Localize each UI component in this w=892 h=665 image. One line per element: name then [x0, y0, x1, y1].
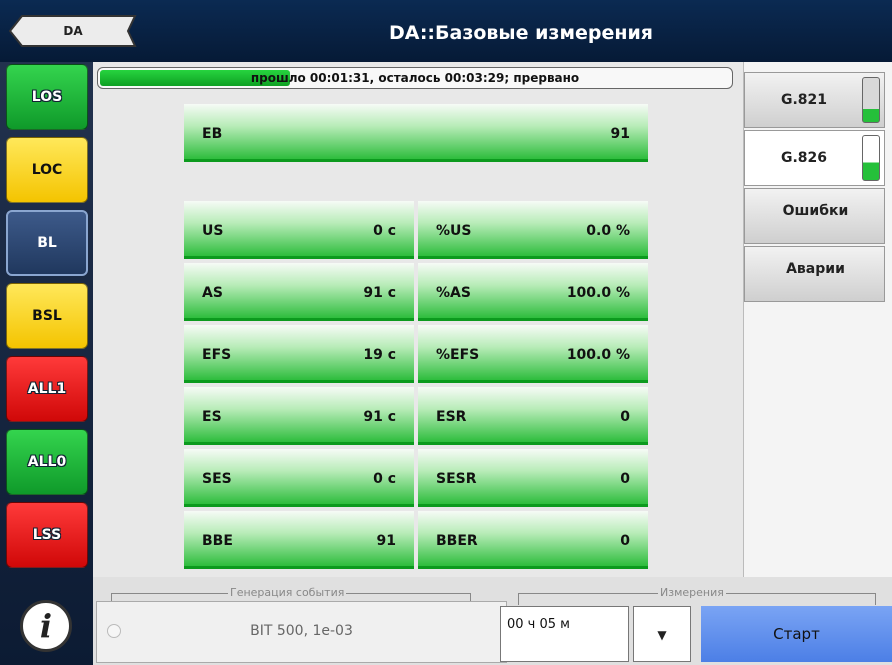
tab-alarms[interactable]: Аварии — [744, 246, 885, 302]
metric-value: 0 с — [373, 471, 396, 487]
metric-cell-bber: BBER 0 — [418, 511, 648, 569]
metric-label: SESR — [436, 471, 477, 487]
sidebar-item-lss[interactable]: LSS — [6, 502, 88, 568]
metric-value: 19 с — [363, 347, 396, 363]
measurement-panel: прошло 00:01:31, осталось 00:03:29; прер… — [93, 62, 743, 577]
metric-value: 0 с — [373, 223, 396, 239]
eb-cell: EB 91 — [184, 104, 648, 162]
eb-value: 91 — [610, 126, 630, 142]
metric-value: 0 — [620, 409, 630, 425]
start-button[interactable]: Старт — [701, 606, 892, 662]
metric-label: BBE — [202, 533, 233, 549]
tab-g826[interactable]: G.826 — [744, 130, 885, 186]
sidebar-item-all0[interactable]: ALL0 — [6, 429, 88, 495]
bottom-bar: Генерация события BIT 500, 1e-03 Измерен… — [93, 577, 892, 665]
tab-indicator-icon — [862, 135, 880, 181]
sidebar: LOS LOC BL BSL ALL1 ALL0 LSS i — [0, 62, 93, 665]
duration-field[interactable]: 00 ч 05 м — [500, 606, 629, 662]
metric-label: AS — [202, 285, 223, 301]
tab-indicator-icon — [862, 77, 880, 123]
metric-value: 91 с — [363, 285, 396, 301]
metric-label: %AS — [436, 285, 471, 301]
tab-label: G.821 — [780, 92, 828, 108]
chevron-down-icon[interactable]: ▼ — [633, 606, 691, 662]
sidebar-item-bsl[interactable]: BSL — [6, 283, 88, 349]
metric-value: 0.0 % — [586, 223, 630, 239]
metric-cell-ses: SES 0 с — [184, 449, 414, 507]
metric-label: ESR — [436, 409, 467, 425]
metric-cell-as: AS 91 с — [184, 263, 414, 321]
sidebar-item-bl[interactable]: BL — [6, 210, 88, 276]
metric-label: %US — [436, 223, 472, 239]
metric-cell-as-pct: %AS 100.0 % — [418, 263, 648, 321]
event-generation-button[interactable]: BIT 500, 1e-03 — [96, 601, 507, 663]
tab-label: Аварии — [786, 261, 845, 277]
sidebar-item-all1[interactable]: ALL1 — [6, 356, 88, 422]
measurement-group-title: Измерения — [658, 586, 726, 599]
metric-value: 91 с — [363, 409, 396, 425]
metric-cell-es: ES 91 с — [184, 387, 414, 445]
metric-label: SES — [202, 471, 232, 487]
progress-bar: прошло 00:01:31, осталось 00:03:29; прер… — [97, 67, 733, 89]
event-generation-text: BIT 500, 1e-03 — [250, 623, 353, 639]
metric-value: 0 — [620, 533, 630, 549]
info-icon[interactable]: i — [20, 600, 72, 652]
back-button[interactable]: DA — [8, 15, 138, 47]
progress-text: прошло 00:01:31, осталось 00:03:29; прер… — [250, 71, 580, 85]
metric-cell-esr: ESR 0 — [418, 387, 648, 445]
metric-cell-us: US 0 с — [184, 201, 414, 259]
tab-label: G.826 — [780, 150, 828, 166]
tab-g821[interactable]: G.821 — [744, 72, 885, 128]
sidebar-item-los[interactable]: LOS — [6, 64, 88, 130]
metric-label: US — [202, 223, 224, 239]
eb-label: EB — [202, 126, 223, 142]
metric-value: 100.0 % — [566, 347, 630, 363]
metric-label: ES — [202, 409, 222, 425]
metric-value: 91 — [376, 533, 396, 549]
page-title: DA::Базовые измерения — [388, 22, 654, 44]
back-button-label: DA — [63, 24, 83, 38]
tab-label: Ошибки — [782, 203, 849, 219]
tab-panel: G.821 G.826 Ошибки Аварии — [743, 62, 892, 577]
metric-value: 100.0 % — [566, 285, 630, 301]
metric-label: %EFS — [436, 347, 480, 363]
metric-cell-bbe: BBE 91 — [184, 511, 414, 569]
metric-label: EFS — [202, 347, 232, 363]
metric-cell-sesr: SESR 0 — [418, 449, 648, 507]
metric-cell-efs-pct: %EFS 100.0 % — [418, 325, 648, 383]
metric-label: BBER — [436, 533, 478, 549]
title-bar: DA DA::Базовые измерения — [0, 0, 892, 62]
metric-value: 0 — [620, 471, 630, 487]
metric-cell-efs: EFS 19 с — [184, 325, 414, 383]
event-group-title: Генерация события — [228, 586, 347, 599]
metric-cell-us-pct: %US 0.0 % — [418, 201, 648, 259]
tab-errors[interactable]: Ошибки — [744, 188, 885, 244]
sidebar-item-loc[interactable]: LOC — [6, 137, 88, 203]
